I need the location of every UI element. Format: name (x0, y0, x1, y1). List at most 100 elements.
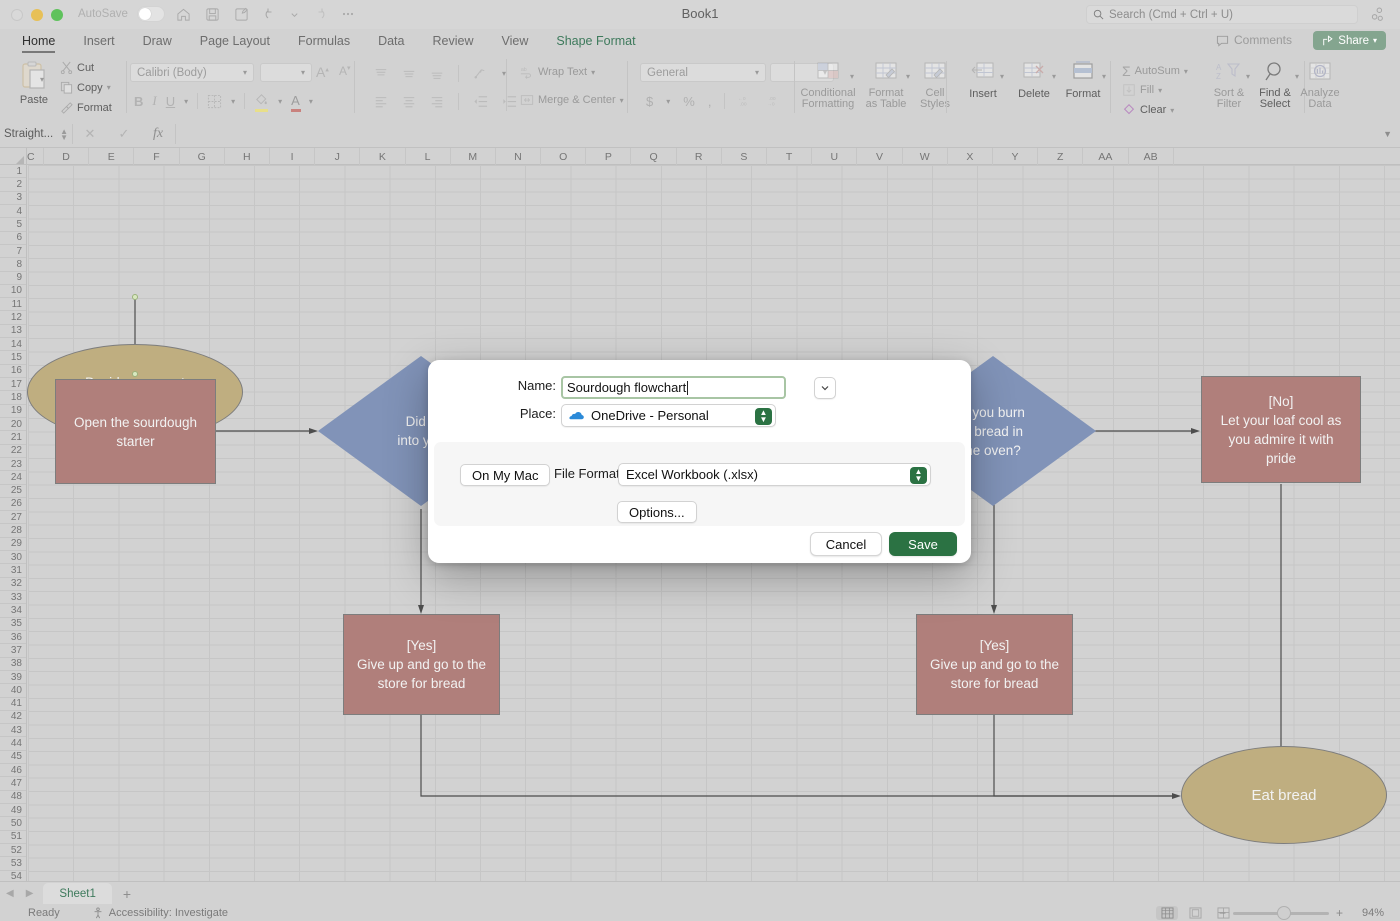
tab-insert[interactable]: Insert (69, 31, 128, 53)
column-header-H[interactable]: H (225, 148, 270, 165)
row-header-11[interactable]: 11 (0, 298, 26, 312)
font-name-chevron-icon[interactable]: ▾ (243, 68, 247, 77)
comments-button[interactable]: Comments (1216, 33, 1292, 47)
row-header-35[interactable]: 35 (0, 618, 26, 631)
row-header-51[interactable]: 51 (0, 831, 26, 844)
tab-data[interactable]: Data (364, 31, 418, 53)
row-header-15[interactable]: 15 (0, 351, 26, 365)
row-header-16[interactable]: 16 (0, 365, 26, 378)
save-button[interactable]: Save (889, 532, 957, 556)
currency-chevron-icon[interactable]: ▾ (666, 97, 670, 106)
row-header-26[interactable]: 26 (0, 498, 26, 512)
add-sheet-button[interactable]: + (112, 886, 142, 902)
column-header-U[interactable]: U (812, 148, 858, 165)
merge-center-chevron-icon[interactable]: ▾ (620, 96, 624, 105)
insert-cells-chevron-icon[interactable]: ▾ (1000, 72, 1004, 81)
name-box-stepper[interactable]: ▲ ▼ (60, 127, 68, 141)
column-header-C[interactable]: C (27, 148, 44, 165)
confirm-formula-button[interactable]: ✓ (107, 126, 141, 142)
orientation-icon[interactable] (473, 66, 488, 81)
column-header-W[interactable]: W (903, 148, 948, 165)
align-right-icon[interactable] (430, 95, 444, 109)
row-header-43[interactable]: 43 (0, 724, 26, 738)
sort-filter-chevron-icon[interactable]: ▾ (1246, 72, 1250, 81)
row-header-19[interactable]: 19 (0, 405, 26, 418)
row-header-33[interactable]: 33 (0, 591, 26, 605)
row-header-38[interactable]: 38 (0, 658, 26, 671)
format-cells-chevron-icon[interactable]: ▾ (1102, 72, 1106, 81)
sheet-tab-sheet1[interactable]: Sheet1 (43, 883, 112, 904)
borders-chevron-icon[interactable]: ▾ (231, 97, 235, 106)
prev-sheet-button[interactable]: ◀ (0, 888, 20, 899)
row-header-5[interactable]: 5 (0, 218, 26, 232)
fill-button[interactable]: Fill ▾ (1122, 83, 1162, 97)
row-header-37[interactable]: 37 (0, 644, 26, 658)
delete-cells-button[interactable]: Delete (1010, 61, 1058, 100)
format-as-table-button[interactable]: Format as Table (860, 61, 912, 110)
row-header-12[interactable]: 12 (0, 311, 26, 325)
zoom-slider-thumb[interactable] (1276, 906, 1291, 920)
column-header-I[interactable]: I (270, 148, 316, 165)
bold-button[interactable]: B (134, 94, 143, 109)
row-header-54[interactable]: 54 (0, 871, 26, 881)
column-header-AA[interactable]: AA (1083, 148, 1129, 165)
align-center-icon[interactable] (402, 95, 416, 109)
column-header-Z[interactable]: Z (1038, 148, 1084, 165)
row-header-41[interactable]: 41 (0, 698, 26, 711)
row-header-3[interactable]: 3 (0, 192, 26, 205)
column-header-F[interactable]: F (134, 148, 180, 165)
options-button[interactable]: Options... (617, 501, 697, 523)
font-size-select[interactable]: ▾ (260, 63, 312, 82)
percent-button[interactable]: % (683, 94, 695, 109)
row-header-30[interactable]: 30 (0, 551, 26, 565)
column-header-T[interactable]: T (767, 148, 813, 165)
insert-function-button[interactable]: fx (141, 126, 175, 142)
row-header-8[interactable]: 8 (0, 258, 26, 272)
column-header-V[interactable]: V (857, 148, 903, 165)
row-header-22[interactable]: 22 (0, 445, 26, 458)
row-header-28[interactable]: 28 (0, 524, 26, 538)
analyze-data-button[interactable]: Analyze Data (1292, 61, 1348, 110)
sort-filter-button[interactable]: AZ Sort & Filter (1206, 61, 1252, 110)
increase-indent-icon[interactable] (502, 94, 517, 109)
decrease-indent-icon[interactable] (473, 94, 488, 109)
column-header-Q[interactable]: Q (631, 148, 677, 165)
file-name-input[interactable]: Sourdough flowchart (561, 376, 786, 399)
normal-view-icon[interactable] (1156, 906, 1178, 920)
row-header-29[interactable]: 29 (0, 538, 26, 552)
row-header-18[interactable]: 18 (0, 391, 26, 405)
align-bottom-icon[interactable] (430, 67, 444, 81)
copy-button[interactable]: Copy ▾ (60, 81, 111, 94)
tab-shape-format[interactable]: Shape Format (542, 31, 649, 53)
search-input[interactable]: Search (Cmd + Ctrl + U) (1086, 5, 1358, 24)
column-header-S[interactable]: S (722, 148, 767, 165)
row-header-53[interactable]: 53 (0, 857, 26, 871)
format-cells-button[interactable]: Format (1060, 61, 1106, 100)
copy-chevron-icon[interactable]: ▾ (107, 83, 111, 92)
row-header-45[interactable]: 45 (0, 751, 26, 765)
row-header-50[interactable]: 50 (0, 817, 26, 831)
row-header-6[interactable]: 6 (0, 232, 26, 245)
zoom-in-button[interactable]: + (1336, 906, 1343, 920)
select-all-corner[interactable] (0, 148, 27, 165)
row-header-31[interactable]: 31 (0, 564, 26, 578)
autosum-chevron-icon[interactable]: ▾ (1184, 67, 1188, 76)
row-header-9[interactable]: 9 (0, 272, 26, 285)
row-header-52[interactable]: 52 (0, 844, 26, 858)
column-header-E[interactable]: E (89, 148, 135, 165)
tab-review[interactable]: Review (418, 31, 487, 53)
column-header-D[interactable]: D (44, 148, 90, 165)
tab-formulas[interactable]: Formulas (284, 31, 364, 53)
font-name-select[interactable]: Calibri (Body) ▾ (130, 63, 254, 82)
name-box[interactable]: Straight... ▲ ▼ (2, 124, 72, 144)
ribbon-options-icon[interactable] (1368, 6, 1386, 24)
column-header-O[interactable]: O (541, 148, 587, 165)
column-header-Y[interactable]: Y (993, 148, 1039, 165)
column-header-X[interactable]: X (948, 148, 993, 165)
number-format-chevron-icon[interactable]: ▾ (755, 68, 759, 77)
italic-button[interactable]: I (152, 93, 156, 109)
underline-button[interactable]: U (166, 94, 175, 109)
decrease-font-size-button[interactable]: A▾ (339, 64, 351, 78)
cut-button[interactable]: Cut (60, 61, 94, 74)
column-header-G[interactable]: G (180, 148, 225, 165)
